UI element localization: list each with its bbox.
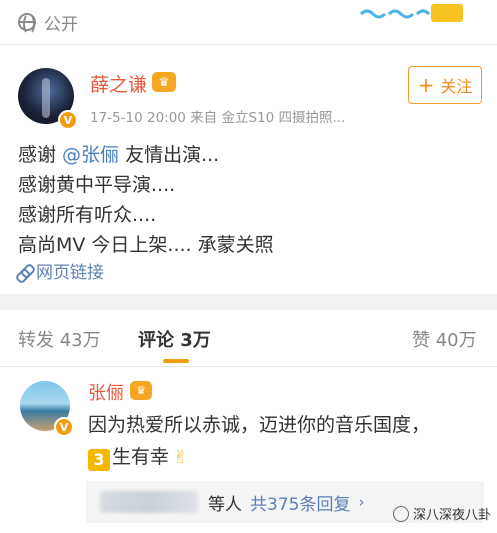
comment-line-text: 生有幸 (112, 446, 170, 468)
globe-icon (18, 13, 36, 35)
author-name[interactable]: 薛之谦 (90, 70, 147, 97)
verified-icon: V (54, 417, 74, 437)
post-text-segment: 感谢 (18, 144, 63, 166)
comment-line: 3 生有幸 ✌ (88, 441, 430, 474)
post-line: 感谢所有听众.... (18, 204, 157, 226)
blurred-names (100, 491, 198, 513)
chevron-right-icon: › (358, 493, 365, 511)
commenter-name[interactable]: 张俪 (88, 379, 124, 405)
comment-line: 因为热爱所以赤诚，迈进你的音乐国度， (88, 414, 431, 436)
section-separator (0, 294, 497, 310)
crown-icon: ♛ (152, 72, 176, 92)
reply-count[interactable]: 共375条回复 (250, 490, 350, 515)
post-line: 感谢黄中平导演.... (18, 174, 176, 196)
reply-who: 等人 (208, 494, 242, 515)
tab-repost[interactable]: 转发 43万 (18, 326, 101, 352)
follow-button[interactable]: + 关注 (408, 66, 482, 104)
post-card: V 薛之谦 ♛ 17-5-10 20:00 来自 金立S10 四摄拍照... +… (0, 44, 497, 294)
post-line: 感谢 @张俪 友情出演... (18, 140, 274, 170)
number-badge-icon: 3 (88, 449, 110, 471)
crown-icon: ♛ (130, 381, 152, 400)
plus-icon: + (417, 73, 435, 97)
wechat-icon (392, 505, 409, 522)
post-line: 高尚MV 今日上架.... 承蒙关照 (18, 234, 274, 256)
mention-link[interactable]: @张俪 (62, 144, 119, 166)
victory-hand-icon: ✌ (173, 447, 189, 468)
link-icon (16, 263, 32, 279)
post-meta: 17-5-10 20:00 来自 金立S10 四摄拍照... (90, 110, 346, 126)
watermark-text: 深八深夜八卦 (412, 508, 491, 523)
tab-comment[interactable]: 评论 3万 (138, 326, 211, 352)
watermark: 深八深夜八卦 (392, 504, 491, 523)
post-text: 感谢 @张俪 友情出演... 感谢黄中平导演.... 感谢所有听众.... 高尚… (18, 140, 274, 260)
comment-text: 因为热爱所以赤诚，迈进你的音乐国度， 3 生有幸 ✌ (88, 409, 430, 474)
post-text-segment: 友情出演... (119, 144, 220, 166)
follow-label: 关注 (440, 77, 473, 96)
decoration-icon (359, 4, 463, 22)
web-link-label: 网页链接 (36, 263, 104, 283)
verified-icon: V (58, 110, 78, 130)
visibility-label: 公开 (44, 14, 78, 35)
active-tab-indicator (163, 359, 189, 363)
tab-bar: 转发 43万 评论 3万 赞 40万 (0, 310, 497, 367)
web-link[interactable]: 网页链接 (16, 258, 104, 283)
tab-like[interactable]: 赞 40万 (412, 326, 477, 352)
